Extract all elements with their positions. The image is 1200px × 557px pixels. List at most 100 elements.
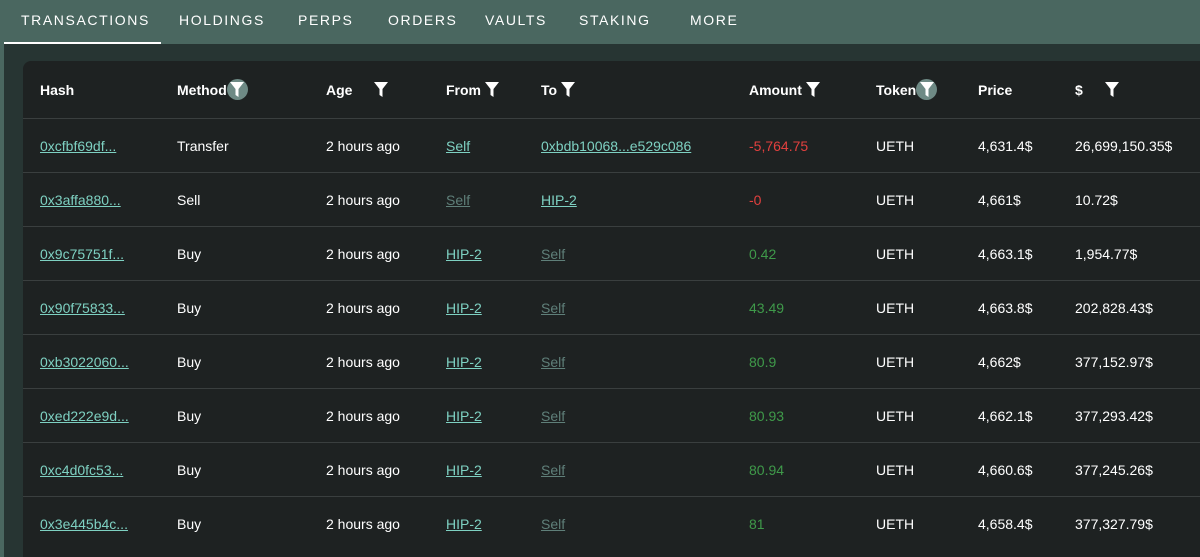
cell-price: 4,663.8$	[978, 281, 1033, 334]
amount-value: -5,764.75	[749, 137, 809, 154]
method-value: Buy	[177, 515, 202, 532]
from-link[interactable]: HIP-2	[446, 300, 482, 316]
column-header-label: To	[541, 81, 558, 98]
age-value: 2 hours ago	[326, 515, 400, 532]
usd-value: 1,954.77$	[1075, 245, 1138, 262]
to-link[interactable]: 0xbdb10068...e529c086	[541, 138, 691, 154]
amount-value: 0.42	[749, 245, 777, 262]
hash-link[interactable]: 0x90f75833...	[40, 300, 125, 316]
table-row[interactable]: 0xc4d0fc53... Buy 2 hours ago HIP-2 Self 80.9…	[23, 442, 1200, 496]
cell-amount: 43.49	[749, 281, 784, 334]
cell-from: HIP-2	[446, 389, 482, 442]
table-row[interactable]: 0xcfbf69df... Transfer 2 hours ago Self 0xbd…	[23, 118, 1200, 172]
filter-icon[interactable]	[559, 81, 577, 99]
tab-orders[interactable]: ORDERS	[388, 0, 458, 44]
cell-token: UETH	[876, 335, 914, 388]
price-value: 4,662$	[978, 353, 1021, 370]
method-value: Transfer	[177, 137, 229, 154]
tab-perps[interactable]: PERPS	[298, 0, 353, 44]
table-row[interactable]: 0x9c75751f... Buy 2 hours ago HIP-2 Self 0.42…	[23, 226, 1200, 280]
cell-method: Buy	[177, 497, 201, 550]
cell-token: UETH	[876, 389, 914, 442]
from-link[interactable]: Self	[446, 192, 470, 208]
hash-link[interactable]: 0xcfbf69df...	[40, 138, 116, 154]
hash-link[interactable]: 0xed222e9d...	[40, 408, 129, 424]
cell-amount: 81	[749, 497, 765, 550]
column-header-to: To	[541, 61, 577, 118]
cell-amount: 80.94	[749, 443, 784, 496]
usd-value: 377,293.42$	[1075, 407, 1153, 424]
cell-hash: 0x3e445b4c...	[40, 497, 128, 550]
to-link[interactable]: Self	[541, 246, 565, 262]
price-value: 4,662.1$	[978, 407, 1033, 424]
price-value: 4,658.4$	[978, 515, 1033, 532]
cell-usd: 377,293.42$	[1075, 389, 1153, 442]
to-link[interactable]: Self	[541, 354, 565, 370]
tab-more[interactable]: MORE	[690, 0, 738, 44]
cell-token: UETH	[876, 173, 914, 226]
table-row[interactable]: 0x3e445b4c... Buy 2 hours ago HIP-2 Self 81 UE…	[23, 496, 1200, 550]
table-row[interactable]: 0xb3022060... Buy 2 hours ago HIP-2 Self 80.9…	[23, 334, 1200, 388]
tab-vaults[interactable]: VAULTS	[485, 0, 547, 44]
token-value: UETH	[876, 353, 915, 370]
from-link[interactable]: HIP-2	[446, 462, 482, 478]
tab-transactions[interactable]: TRANSACTIONS	[4, 0, 161, 44]
token-value: UETH	[876, 245, 915, 262]
table-row[interactable]: 0xed222e9d... Buy 2 hours ago HIP-2 Self 80.9…	[23, 388, 1200, 442]
cell-to: Self	[541, 443, 565, 496]
cell-price: 4,631.4$	[978, 119, 1033, 172]
usd-value: 377,152.97$	[1075, 353, 1153, 370]
cell-hash: 0x9c75751f...	[40, 227, 124, 280]
column-header-label: $	[1075, 81, 1083, 98]
tab-staking[interactable]: STAKING	[579, 0, 651, 44]
filter-icon[interactable]	[1103, 81, 1121, 99]
column-header-label: Token	[876, 81, 917, 98]
cell-hash: 0x3affa880...	[40, 173, 121, 226]
price-value: 4,663.1$	[978, 245, 1033, 262]
cell-to: 0xbdb10068...e529c086	[541, 119, 691, 172]
from-link[interactable]: HIP-2	[446, 354, 482, 370]
column-header-label: Method	[177, 81, 227, 98]
token-value: UETH	[876, 299, 915, 316]
from-link[interactable]: Self	[446, 138, 470, 154]
to-link[interactable]: Self	[541, 516, 565, 532]
to-link[interactable]: Self	[541, 300, 565, 316]
table-row[interactable]: 0x3affa880... Sell 2 hours ago Self HIP-2 -0 U…	[23, 172, 1200, 226]
filter-icon[interactable]	[916, 79, 938, 100]
from-link[interactable]: HIP-2	[446, 246, 482, 262]
method-value: Buy	[177, 407, 202, 424]
hash-link[interactable]: 0x9c75751f...	[40, 246, 124, 262]
to-link[interactable]: Self	[541, 408, 565, 424]
filter-icon[interactable]	[483, 81, 501, 99]
to-link[interactable]: HIP-2	[541, 192, 577, 208]
token-value: UETH	[876, 515, 915, 532]
cell-usd: 377,327.79$	[1075, 497, 1153, 550]
tab-holdings[interactable]: HOLDINGS	[179, 0, 265, 44]
filter-icon[interactable]	[804, 81, 822, 99]
column-header-label: Amount	[749, 81, 802, 98]
table-row[interactable]: 0x90f75833... Buy 2 hours ago HIP-2 Self 43.4…	[23, 280, 1200, 334]
cell-price: 4,663.1$	[978, 227, 1033, 280]
cell-to: Self	[541, 227, 565, 280]
tab-bar: TRANSACTIONS HOLDINGS PERPS ORDERS VAULT…	[0, 0, 1200, 44]
method-value: Sell	[177, 191, 201, 208]
cell-token: UETH	[876, 281, 914, 334]
method-value: Buy	[177, 353, 202, 370]
cell-token: UETH	[876, 497, 914, 550]
usd-value: 202,828.43$	[1075, 299, 1153, 316]
hash-link[interactable]: 0x3affa880...	[40, 192, 121, 208]
to-link[interactable]: Self	[541, 462, 565, 478]
from-link[interactable]: HIP-2	[446, 408, 482, 424]
token-value: UETH	[876, 191, 915, 208]
hash-link[interactable]: 0xc4d0fc53...	[40, 462, 123, 478]
filter-icon[interactable]	[372, 81, 390, 99]
hash-link[interactable]: 0x3e445b4c...	[40, 516, 128, 532]
filter-icon[interactable]	[226, 79, 248, 100]
hash-link[interactable]: 0xb3022060...	[40, 354, 129, 370]
token-value: UETH	[876, 461, 915, 478]
cell-amount: -0	[749, 173, 761, 226]
column-header-hash: Hash	[40, 61, 74, 118]
cell-from: HIP-2	[446, 281, 482, 334]
column-header-label: Age	[326, 81, 353, 98]
from-link[interactable]: HIP-2	[446, 516, 482, 532]
